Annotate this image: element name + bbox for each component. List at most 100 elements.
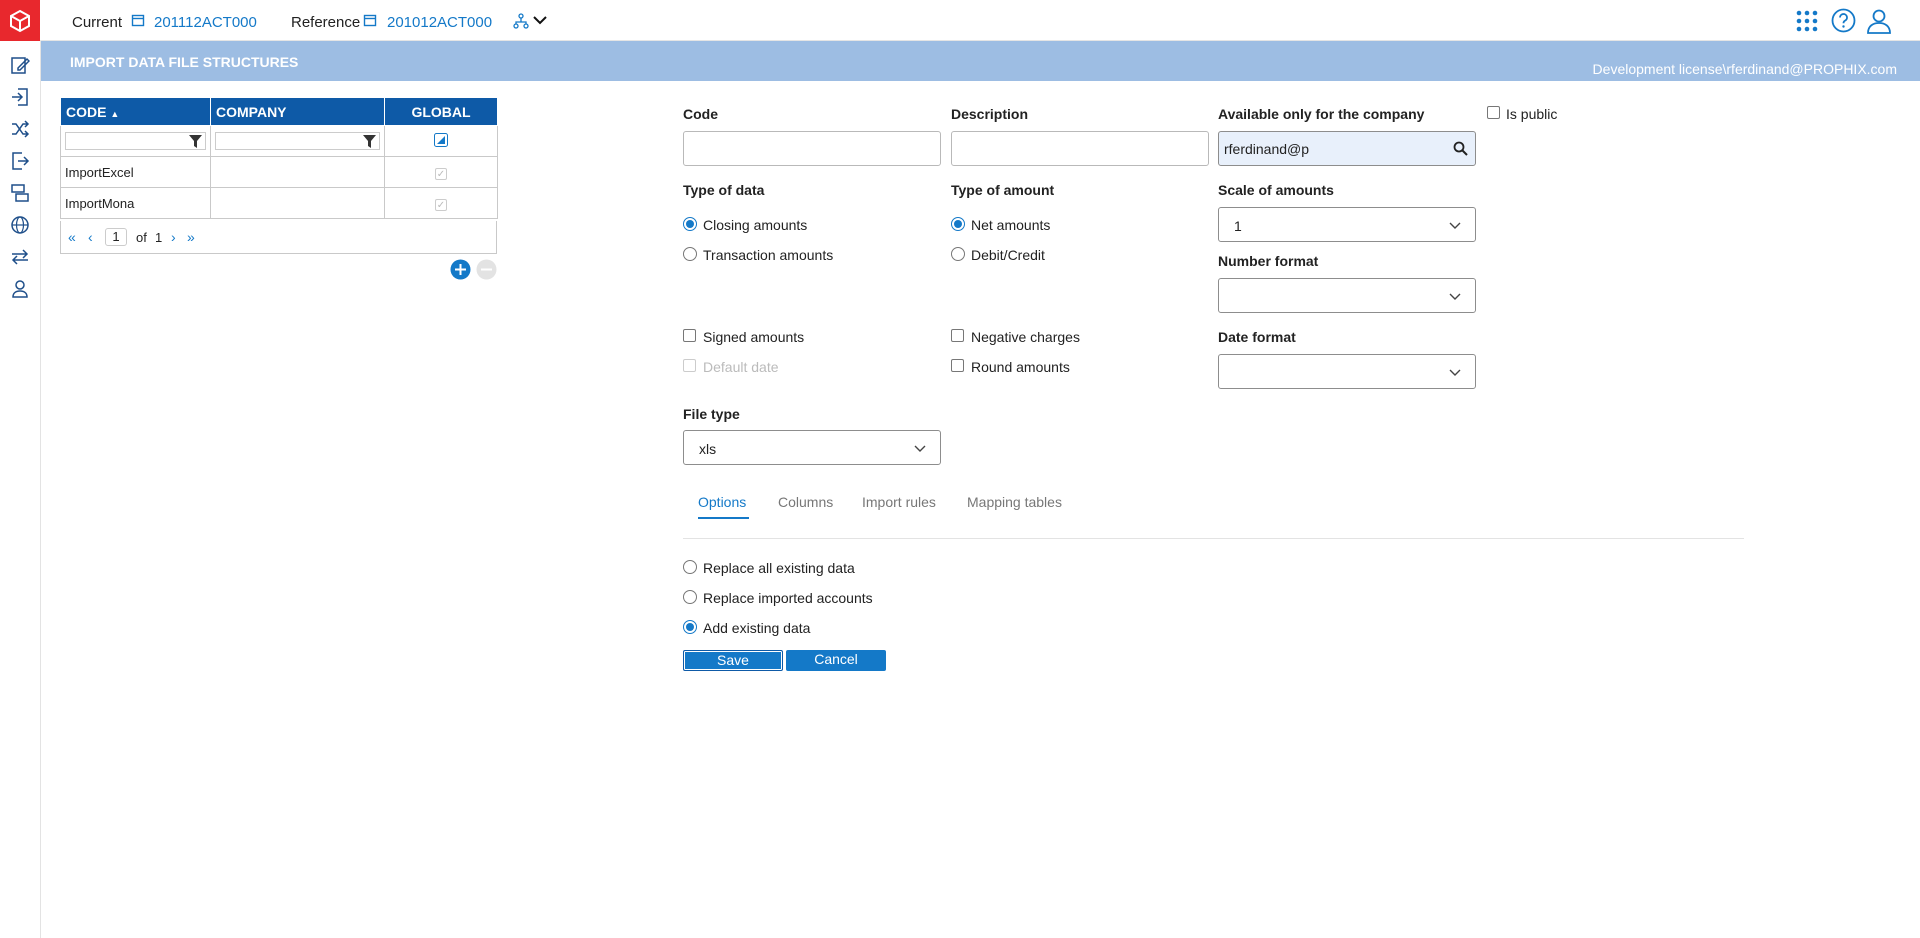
tab-columns[interactable]: Columns bbox=[778, 494, 833, 510]
add-existing-label: Add existing data bbox=[703, 620, 811, 636]
column-header-code[interactable]: CODE ▲ bbox=[60, 97, 211, 126]
hierarchy-icon bbox=[513, 13, 529, 29]
export-icon[interactable] bbox=[10, 151, 30, 171]
signed-amounts-label: Signed amounts bbox=[703, 329, 805, 345]
type-of-data-label: Type of data bbox=[683, 182, 765, 198]
chevron-down-icon bbox=[914, 445, 926, 452]
code-input[interactable] bbox=[683, 131, 941, 166]
filter-icon[interactable] bbox=[363, 135, 376, 148]
reference-label: Reference bbox=[291, 14, 361, 31]
transaction-amounts-radio[interactable] bbox=[683, 247, 697, 261]
transfer-icon[interactable] bbox=[10, 247, 30, 267]
next-page-icon[interactable]: › bbox=[171, 229, 176, 245]
page-of-label: of bbox=[136, 230, 147, 245]
negative-charges-checkbox[interactable] bbox=[951, 329, 964, 342]
is-public-label: Is public bbox=[1506, 106, 1558, 122]
table-row[interactable]: ImportExcel ✓ bbox=[60, 156, 498, 188]
global-filter-toggle-icon[interactable] bbox=[434, 132, 448, 147]
description-label: Description bbox=[951, 106, 1029, 122]
table-row[interactable]: ImportMona ✓ bbox=[60, 187, 498, 219]
first-page-icon[interactable]: « bbox=[68, 229, 76, 245]
current-label: Current bbox=[72, 14, 123, 31]
code-filter-input[interactable] bbox=[65, 132, 206, 150]
prev-page-icon[interactable]: ‹ bbox=[88, 229, 93, 245]
net-amounts-radio[interactable] bbox=[951, 217, 965, 231]
description-input[interactable] bbox=[951, 131, 1209, 166]
is-public-checkbox[interactable] bbox=[1487, 106, 1500, 119]
scale-select[interactable]: 1 bbox=[1218, 207, 1476, 242]
scale-label: Scale of amounts bbox=[1218, 182, 1334, 198]
replace-imported-label: Replace imported accounts bbox=[703, 590, 873, 606]
add-icon[interactable] bbox=[450, 259, 471, 280]
chevron-down-icon bbox=[1449, 222, 1461, 229]
filter-row bbox=[60, 125, 498, 157]
file-type-label: File type bbox=[683, 406, 740, 422]
transaction-amounts-label: Transaction amounts bbox=[703, 247, 834, 263]
tab-divider bbox=[683, 538, 1744, 539]
closing-amounts-label: Closing amounts bbox=[703, 217, 808, 233]
reference-period-link[interactable]: 201012ACT000 bbox=[387, 14, 492, 31]
replace-imported-radio[interactable] bbox=[683, 590, 697, 604]
current-period-link[interactable]: 201112ACT000 bbox=[154, 14, 257, 31]
filter-icon[interactable] bbox=[189, 135, 202, 148]
chevron-down-icon bbox=[533, 16, 547, 25]
signed-amounts-checkbox[interactable] bbox=[683, 329, 696, 342]
replace-all-radio[interactable] bbox=[683, 560, 697, 574]
column-header-global[interactable]: GLOBAL bbox=[384, 97, 498, 126]
structures-table: CODE ▲ COMPANY GLOBAL ImportExcel ✓ Impo… bbox=[60, 97, 498, 219]
debit-credit-radio[interactable] bbox=[951, 247, 965, 261]
globe-icon[interactable] bbox=[10, 215, 30, 235]
tab-mapping-tables[interactable]: Mapping tables bbox=[967, 494, 1062, 510]
global-checkbox: ✓ bbox=[435, 167, 447, 180]
pagination: « ‹ 1 of 1 › » bbox=[60, 221, 497, 254]
save-button[interactable]: Save bbox=[683, 650, 783, 671]
import-icon[interactable] bbox=[10, 87, 30, 107]
round-amounts-checkbox[interactable] bbox=[951, 359, 964, 372]
apps-grid-icon[interactable] bbox=[1796, 10, 1818, 32]
edit-report-icon[interactable] bbox=[10, 55, 30, 75]
calendar-icon bbox=[363, 14, 377, 27]
help-icon[interactable] bbox=[1831, 8, 1856, 33]
calendar-icon bbox=[131, 14, 145, 27]
user-profile-icon[interactable] bbox=[1866, 8, 1892, 34]
default-date-checkbox bbox=[683, 359, 696, 372]
date-format-label: Date format bbox=[1218, 329, 1296, 345]
license-info: Development license\rferdinand@PROPHIX.c… bbox=[1592, 61, 1897, 77]
company-lookup-input[interactable]: rferdinand@p bbox=[1218, 131, 1476, 166]
hierarchy-dropdown[interactable] bbox=[513, 11, 553, 31]
page-title: Import data file structures bbox=[70, 54, 299, 70]
last-page-icon[interactable]: » bbox=[187, 229, 195, 245]
global-checkbox: ✓ bbox=[435, 198, 447, 211]
code-cell: ImportMona bbox=[60, 187, 211, 219]
company-cell bbox=[210, 187, 385, 219]
chevron-down-icon bbox=[1449, 293, 1461, 300]
debit-credit-label: Debit/Credit bbox=[971, 247, 1045, 263]
company-filter-input[interactable] bbox=[215, 132, 380, 150]
closing-amounts-radio[interactable] bbox=[683, 217, 697, 231]
number-format-select[interactable] bbox=[1218, 278, 1476, 313]
negative-charges-label: Negative charges bbox=[971, 329, 1080, 345]
layers-icon[interactable] bbox=[10, 183, 30, 203]
number-format-label: Number format bbox=[1218, 253, 1319, 269]
top-bar: Current 201112ACT000 Reference 201012ACT… bbox=[0, 0, 1920, 41]
file-type-select[interactable]: xls bbox=[683, 430, 941, 465]
tab-options[interactable]: Options bbox=[698, 494, 746, 510]
company-value: rferdinand@p bbox=[1224, 141, 1310, 157]
add-existing-radio[interactable] bbox=[683, 620, 697, 634]
replace-all-label: Replace all existing data bbox=[703, 560, 855, 576]
search-icon[interactable] bbox=[1453, 141, 1468, 156]
date-format-select[interactable] bbox=[1218, 354, 1476, 389]
app-logo[interactable] bbox=[0, 0, 40, 41]
type-of-amount-label: Type of amount bbox=[951, 182, 1055, 198]
shuffle-icon[interactable] bbox=[10, 119, 30, 139]
sort-asc-icon: ▲ bbox=[110, 108, 120, 119]
active-tab-indicator bbox=[698, 517, 749, 519]
column-header-company[interactable]: COMPANY bbox=[210, 97, 385, 126]
code-cell: ImportExcel bbox=[60, 156, 211, 188]
net-amounts-label: Net amounts bbox=[971, 217, 1051, 233]
cancel-button[interactable]: Cancel bbox=[786, 650, 886, 671]
tab-import-rules[interactable]: Import rules bbox=[862, 494, 936, 510]
cube-logo-icon bbox=[10, 9, 30, 32]
users-icon[interactable] bbox=[10, 279, 30, 299]
page-number-input[interactable]: 1 bbox=[105, 228, 127, 246]
